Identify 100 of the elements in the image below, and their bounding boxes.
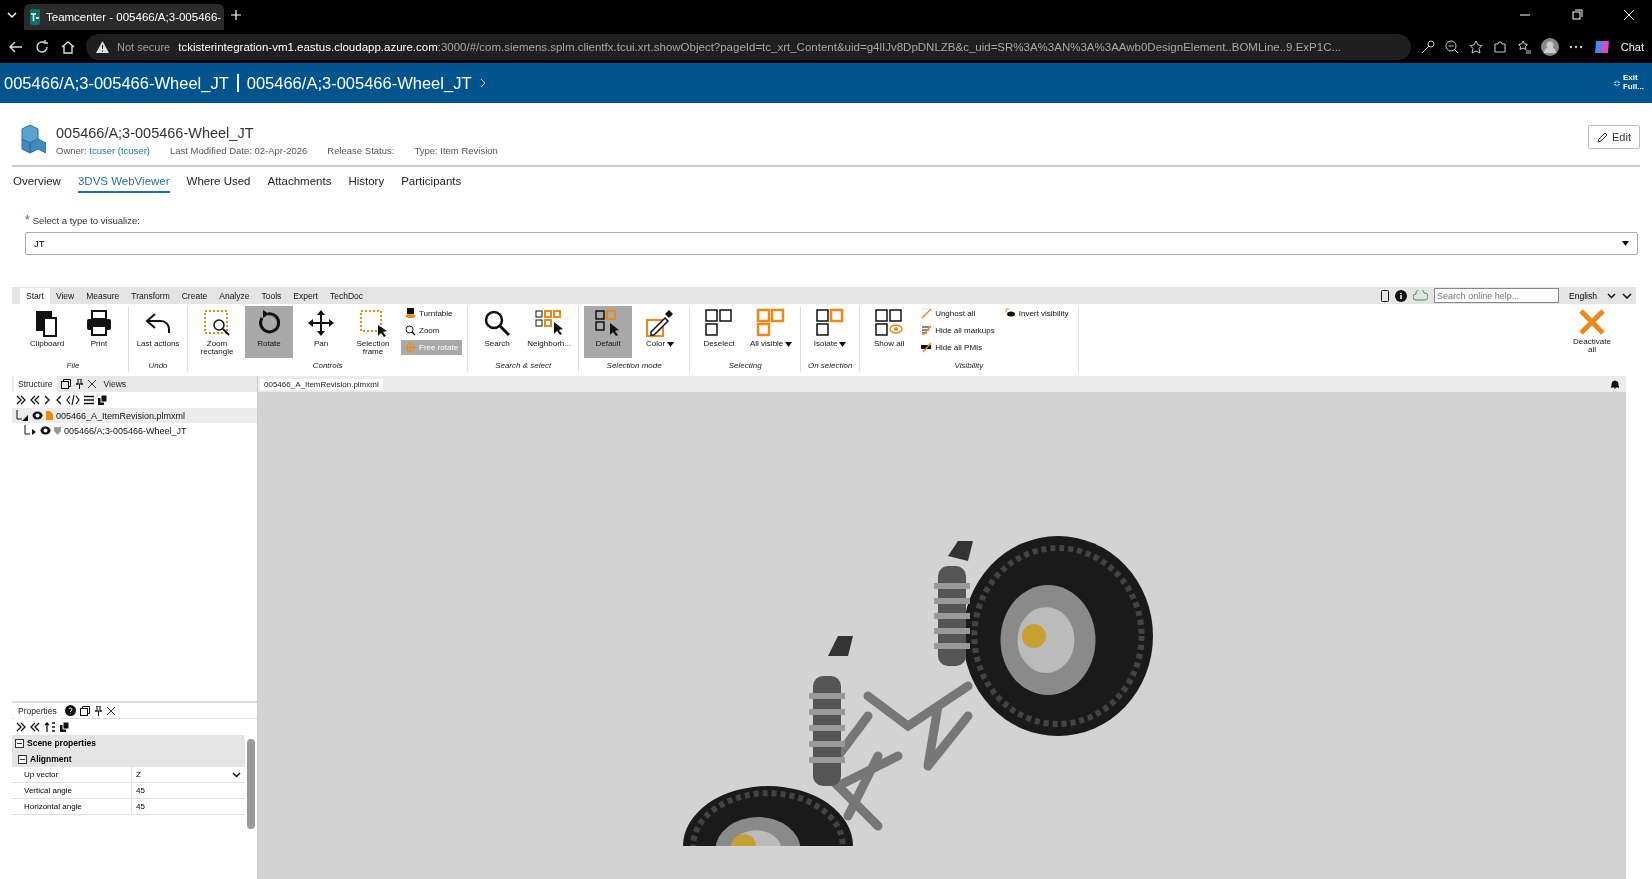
section-header[interactable]: Scene properties — [12, 735, 245, 751]
ribbon-tab[interactable]: Create — [175, 288, 214, 304]
browser-tab[interactable]: Teamcenter - 005466/A;3-005466- — [24, 4, 224, 30]
ribbon-small-button[interactable]: Invert visibility — [1000, 306, 1073, 321]
ribbon-button[interactable]: Rotate — [245, 306, 293, 358]
window-icon[interactable] — [60, 379, 71, 389]
viewer-tab[interactable]: 005466_A_ItemRevision.plmxml — [260, 378, 383, 390]
window-icon[interactable] — [79, 705, 90, 716]
ribbon-tab[interactable]: View — [49, 288, 81, 304]
code-icon[interactable] — [66, 395, 80, 405]
exit-fullscreen-button[interactable]: Exit Full... — [1614, 74, 1648, 92]
chevron-right-icon[interactable] — [44, 395, 51, 405]
eye-icon[interactable] — [40, 426, 51, 435]
copy-icon[interactable] — [60, 722, 70, 732]
zoom-out-icon[interactable] — [1444, 39, 1459, 54]
collapse-all-icon[interactable] — [30, 722, 40, 732]
ribbon-small-button[interactable]: Unghost all — [917, 306, 999, 321]
sort-icon[interactable] — [44, 722, 56, 732]
bell-icon[interactable] — [1610, 379, 1620, 389]
pin-icon[interactable] — [93, 705, 103, 716]
tree-row[interactable]: 005466_A_ItemRevision.plmxml — [12, 408, 257, 423]
ribbon-small-button[interactable]: Zoom — [401, 323, 463, 338]
cloud-icon[interactable] — [1413, 290, 1429, 301]
close-icon[interactable] — [106, 706, 115, 715]
type-select[interactable]: JT — [25, 232, 1638, 255]
deactivate-all-button[interactable]: Deactivate all — [1568, 306, 1616, 358]
breadcrumb[interactable]: 005466/A;3-005466-Wheel_JT — [4, 73, 229, 93]
collapse-icon[interactable] — [18, 754, 27, 764]
slashed-pmi-icon — [921, 342, 933, 353]
help-icon[interactable] — [64, 705, 76, 716]
ribbon-tab[interactable]: Tools — [255, 288, 288, 304]
tab[interactable]: Participants — [401, 173, 462, 193]
ribbon-tab[interactable]: Start — [20, 288, 50, 304]
close-icon[interactable] — [87, 380, 96, 388]
ribbon-button[interactable]: Print — [75, 306, 123, 358]
ribbon-button[interactable]: Pan — [297, 306, 345, 358]
panel-tab[interactable]: Structure — [14, 376, 57, 392]
reload-icon[interactable] — [34, 38, 50, 55]
star-icon[interactable] — [1468, 39, 1483, 54]
ribbon-button[interactable]: Search — [473, 306, 522, 358]
chat-button[interactable]: Chat — [1620, 40, 1644, 53]
eye-icon[interactable] — [32, 411, 43, 420]
ribbon-small-button[interactable]: Hide all PMIs — [917, 340, 999, 355]
tab[interactable]: Overview — [13, 173, 61, 193]
collapse-all-icon[interactable] — [30, 395, 40, 405]
puzzle-icon[interactable] — [1492, 39, 1507, 54]
turntable-icon — [405, 308, 416, 319]
tab[interactable]: History — [348, 173, 385, 193]
info-icon[interactable] — [1395, 289, 1408, 302]
tab[interactable]: 3DVS WebViewer — [77, 173, 170, 193]
address-bar[interactable] — [86, 33, 1411, 60]
expand-all-icon[interactable] — [16, 722, 26, 732]
tab[interactable]: Attachments — [267, 173, 332, 193]
scrollbar[interactable] — [247, 739, 255, 829]
ribbon-button[interactable]: Selection frame — [349, 306, 397, 358]
caret-down-icon — [785, 341, 793, 347]
collapse-icon[interactable] — [15, 738, 24, 748]
ribbon-button[interactable]: All visible — [747, 306, 796, 358]
ribbon-button[interactable]: Zoom rectangle — [193, 306, 241, 358]
list-icon[interactable] — [84, 395, 94, 405]
chevron-left-icon[interactable] — [55, 395, 62, 405]
ribbon-button[interactable]: Last actions — [134, 306, 182, 358]
move-arrows-icon — [306, 308, 336, 338]
pin-icon[interactable] — [74, 379, 84, 389]
phone-icon[interactable] — [1381, 289, 1390, 302]
language-select[interactable]: English — [1569, 290, 1597, 301]
copy-icon[interactable] — [98, 395, 108, 405]
expand-all-icon[interactable] — [16, 395, 26, 405]
property-value[interactable]: Z — [132, 767, 245, 782]
tab-title: Teamcenter - 005466/A;3-005466- — [46, 11, 222, 23]
key-icon[interactable] — [1420, 39, 1435, 54]
ribbon-button[interactable]: Clipboard — [23, 306, 71, 358]
breadcrumb[interactable]: 005466/A;3-005466-Wheel_JT — [246, 73, 472, 93]
ribbon-tab[interactable]: Transform — [125, 288, 176, 304]
required-mark: * — [25, 213, 30, 227]
group-label: Undo — [148, 361, 168, 372]
profile-avatar-icon[interactable] — [1540, 37, 1559, 56]
ribbon-tab[interactable]: Expert — [287, 288, 324, 304]
ribbon-button[interactable]: Isolate — [806, 306, 855, 358]
tree-row[interactable]: 005466/A;3-005466-Wheel_JT — [12, 423, 257, 438]
app-logo-icon — [30, 9, 40, 25]
panel-tab[interactable]: Views — [99, 376, 131, 392]
ribbon-button[interactable]: Show all — [865, 306, 914, 358]
favorites-icon[interactable] — [1516, 39, 1531, 54]
ribbon-button[interactable]: Default — [584, 306, 633, 358]
ribbon-tab[interactable]: TechDoc — [323, 288, 369, 304]
edit-button[interactable]: Edit — [1588, 125, 1640, 149]
ribbon-small-button[interactable]: Hide all markups — [917, 323, 999, 338]
ribbon-tab[interactable]: Measure — [80, 288, 126, 304]
ribbon-button[interactable]: Deselect — [695, 306, 744, 358]
ribbon-button[interactable]: Neighborh... — [525, 306, 574, 358]
ribbon-button[interactable]: Color — [636, 306, 685, 358]
plus-icon[interactable] — [230, 9, 242, 21]
help-search-field[interactable]: Search online help... — [1434, 288, 1560, 303]
ribbon-tab[interactable]: Analyze — [213, 288, 256, 304]
chevron-down-icon[interactable] — [6, 9, 18, 21]
section-header[interactable]: Alignment — [12, 751, 245, 767]
home-icon[interactable] — [60, 38, 76, 55]
ribbon-small-button[interactable]: Turntable — [401, 306, 463, 321]
tab[interactable]: Where Used — [186, 173, 251, 193]
